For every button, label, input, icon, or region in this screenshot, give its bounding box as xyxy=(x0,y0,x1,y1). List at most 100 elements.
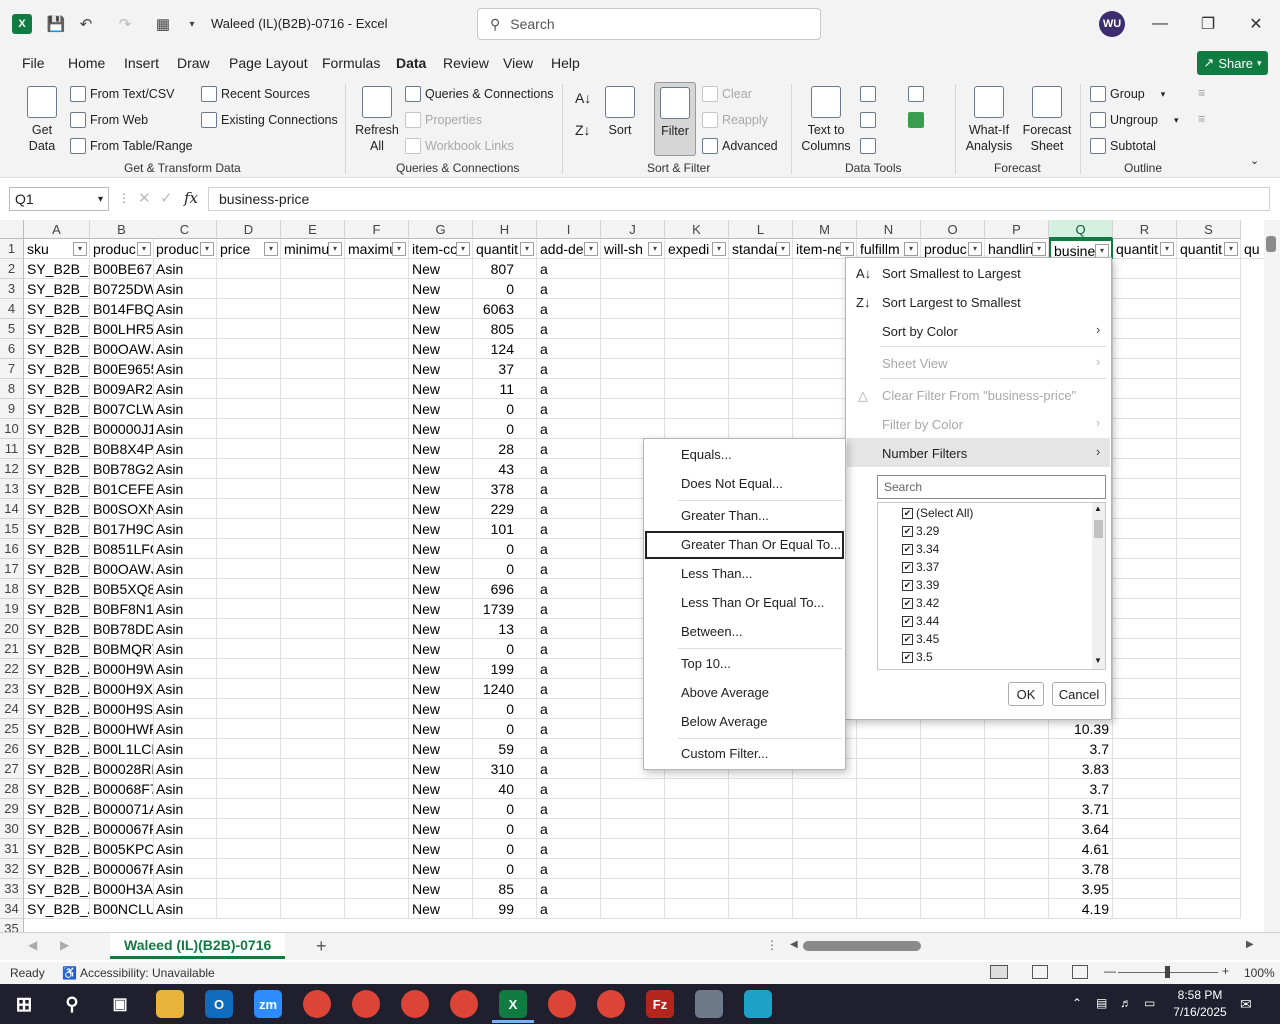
filter-dropdown-icon[interactable]: ▾ xyxy=(840,242,854,256)
cell[interactable] xyxy=(1113,419,1177,439)
cell[interactable]: a xyxy=(537,359,601,379)
header-cell[interactable]: fulfillm ▾ xyxy=(857,239,921,259)
cell[interactable] xyxy=(665,879,729,899)
cell[interactable]: 0 xyxy=(473,279,537,299)
menu-page-layout[interactable]: Page Layout xyxy=(229,55,308,71)
cell[interactable]: New xyxy=(409,419,473,439)
cell[interactable] xyxy=(857,739,921,759)
cell[interactable] xyxy=(217,759,281,779)
existing-connections-button[interactable]: Existing Connections xyxy=(201,112,338,128)
header-cell[interactable]: busines ▾ xyxy=(1049,239,1113,259)
cell[interactable] xyxy=(665,859,729,879)
cell[interactable] xyxy=(345,899,409,919)
cell[interactable] xyxy=(729,379,793,399)
cell[interactable]: New xyxy=(409,799,473,819)
menu-home[interactable]: Home xyxy=(68,55,105,71)
cell[interactable]: B000HWR xyxy=(90,719,154,739)
cell[interactable]: a xyxy=(537,679,601,699)
zoom-in-icon[interactable]: + xyxy=(1222,964,1229,978)
number-filter-equals[interactable]: Equals... xyxy=(681,447,732,462)
filter-value-item[interactable]: ✔ 3.42 xyxy=(878,595,1088,613)
filter-dropdown-icon[interactable]: ▾ xyxy=(520,242,534,256)
filter-value-item[interactable]: ✔ 3.44 xyxy=(878,613,1088,631)
cell[interactable]: SY_B2B_A xyxy=(24,719,90,739)
cell[interactable]: New xyxy=(409,659,473,679)
cell[interactable] xyxy=(921,779,985,799)
cell[interactable]: 40 xyxy=(473,779,537,799)
cell[interactable] xyxy=(601,879,665,899)
cell[interactable]: SY_B2B_IN xyxy=(24,459,90,479)
sort-smallest-to-largest[interactable]: Sort Smallest to Largest xyxy=(882,266,1021,281)
cell[interactable] xyxy=(217,479,281,499)
cell[interactable] xyxy=(601,399,665,419)
row-header[interactable]: 29 xyxy=(0,799,24,819)
cell[interactable]: a xyxy=(537,259,601,279)
list-scroll-thumb[interactable] xyxy=(1094,520,1103,538)
cell[interactable]: a xyxy=(537,319,601,339)
cell[interactable] xyxy=(345,559,409,579)
cell[interactable]: New xyxy=(409,639,473,659)
filter-dropdown-icon[interactable]: ▾ xyxy=(392,242,406,256)
row-header[interactable]: 8 xyxy=(0,379,24,399)
accessibility-status[interactable]: Accessibility: Unavailable xyxy=(80,966,215,980)
cell[interactable]: 199 xyxy=(473,659,537,679)
undo-icon[interactable]: ↶ xyxy=(76,14,96,34)
cell[interactable] xyxy=(1113,799,1177,819)
cell[interactable]: Asin xyxy=(153,659,217,679)
cell[interactable] xyxy=(217,319,281,339)
cell[interactable]: 3.71 xyxy=(1049,799,1113,819)
cell[interactable] xyxy=(1177,499,1241,519)
cell[interactable]: a xyxy=(537,599,601,619)
cell[interactable] xyxy=(857,799,921,819)
cell[interactable]: a xyxy=(537,559,601,579)
cell[interactable] xyxy=(217,419,281,439)
filter-dropdown-icon[interactable]: ▾ xyxy=(1032,242,1046,256)
sort-button[interactable]: Sort xyxy=(604,86,636,138)
cell[interactable] xyxy=(345,259,409,279)
ungroup-button[interactable]: Ungroup ▾ xyxy=(1090,112,1178,128)
flash-fill-button[interactable] xyxy=(860,86,876,102)
cell[interactable] xyxy=(1177,879,1241,899)
cell[interactable]: B0725DW xyxy=(90,279,154,299)
header-cell[interactable]: minimu ▾ xyxy=(281,239,345,259)
cell[interactable] xyxy=(1177,819,1241,839)
cell[interactable]: SY_B2B_A xyxy=(24,799,90,819)
network-icon[interactable]: ▤ xyxy=(1096,996,1107,1010)
cell[interactable]: B0B78DD5 xyxy=(90,619,154,639)
windows-start-icon[interactable]: ⊞ xyxy=(10,990,38,1018)
filter-dropdown-icon[interactable]: ▾ xyxy=(904,242,918,256)
cell[interactable]: New xyxy=(409,539,473,559)
cell[interactable] xyxy=(729,339,793,359)
header-cell[interactable]: maximu ▾ xyxy=(345,239,409,259)
data-validation-button[interactable] xyxy=(860,138,876,154)
cell[interactable] xyxy=(1113,299,1177,319)
cell[interactable] xyxy=(281,719,345,739)
avatar[interactable]: WU xyxy=(1099,11,1125,37)
filter-value-item[interactable]: ✔ 3.29 xyxy=(878,523,1088,541)
cell[interactable] xyxy=(281,599,345,619)
row-header[interactable]: 12 xyxy=(0,459,24,479)
cell[interactable] xyxy=(921,759,985,779)
cell[interactable]: Asin xyxy=(153,599,217,619)
cell[interactable] xyxy=(345,499,409,519)
cell[interactable]: SY_B2B_A xyxy=(24,879,90,899)
sheet-view[interactable]: Sheet View xyxy=(882,356,948,371)
forecast-sheet-button[interactable]: Forecast Sheet xyxy=(1022,86,1072,154)
cell[interactable] xyxy=(345,459,409,479)
cell[interactable] xyxy=(281,799,345,819)
cell[interactable] xyxy=(281,899,345,919)
cell[interactable] xyxy=(729,319,793,339)
cell[interactable] xyxy=(729,259,793,279)
cell[interactable] xyxy=(921,819,985,839)
cell[interactable]: 85 xyxy=(473,879,537,899)
what-if-analysis-button[interactable]: What-If Analysis xyxy=(962,86,1016,154)
filter-value-item[interactable]: ✔ (Select All) xyxy=(878,505,1088,523)
sort-by-color[interactable]: Sort by Color xyxy=(882,324,958,339)
cell[interactable]: New xyxy=(409,339,473,359)
cell[interactable] xyxy=(217,539,281,559)
cell[interactable] xyxy=(345,339,409,359)
cell[interactable] xyxy=(217,879,281,899)
cell[interactable]: Asin xyxy=(153,879,217,899)
cell[interactable]: New xyxy=(409,479,473,499)
number-filter-greater-than-or-equal-to[interactable]: Greater Than Or Equal To... xyxy=(681,537,841,552)
